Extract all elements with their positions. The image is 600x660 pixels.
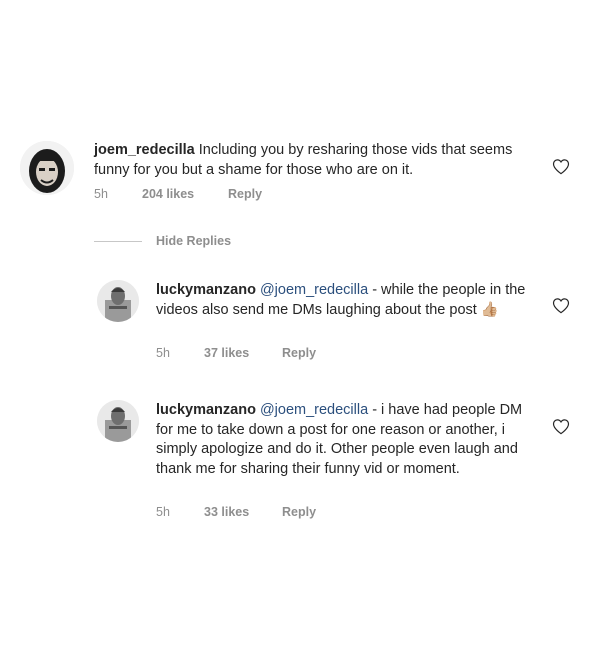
heart-outline-icon[interactable]: [552, 158, 570, 175]
comment-text: joem_redecilla Including you by resharin…: [94, 141, 524, 180]
reply-button[interactable]: Reply: [282, 346, 316, 360]
reply-button[interactable]: Reply: [228, 187, 262, 201]
reply-text: luckymanzano @joem_redecilla - i have ha…: [156, 401, 528, 479]
avatar-photo: [97, 280, 139, 322]
reply-time: 5h: [156, 346, 170, 360]
reply-likes[interactable]: 33 likes: [204, 505, 282, 519]
reply-username[interactable]: luckymanzano: [156, 402, 256, 418]
heart-outline-icon[interactable]: [552, 297, 570, 314]
reply-meta: 5h 33 likes Reply: [156, 505, 316, 519]
comment-time: 5h: [94, 187, 108, 201]
mention-link[interactable]: @joem_redecilla: [260, 282, 368, 298]
reply-time: 5h: [156, 505, 170, 519]
avatar[interactable]: [97, 280, 139, 322]
hide-replies-label: Hide Replies: [156, 234, 232, 248]
heart-outline-icon[interactable]: [552, 418, 570, 435]
mention-link[interactable]: @joem_redecilla: [260, 402, 368, 418]
reply-likes[interactable]: 37 likes: [204, 346, 282, 360]
reply-meta: 5h 37 likes Reply: [156, 346, 316, 360]
reply-button[interactable]: Reply: [282, 505, 316, 519]
comment-likes[interactable]: 204 likes: [142, 187, 228, 201]
avatar-photo: [97, 400, 139, 442]
divider-line: [94, 240, 142, 242]
reply-username[interactable]: luckymanzano: [156, 282, 256, 298]
reply-text: luckymanzano @joem_redecilla - while the…: [156, 281, 528, 320]
avatar[interactable]: [97, 400, 139, 442]
hide-replies-toggle[interactable]: Hide Replies: [94, 233, 231, 249]
avatar[interactable]: [20, 141, 74, 195]
comment-username[interactable]: joem_redecilla: [94, 142, 195, 158]
comment-meta: 5h 204 likes Reply: [94, 187, 262, 201]
avatar-photo: [20, 141, 74, 195]
